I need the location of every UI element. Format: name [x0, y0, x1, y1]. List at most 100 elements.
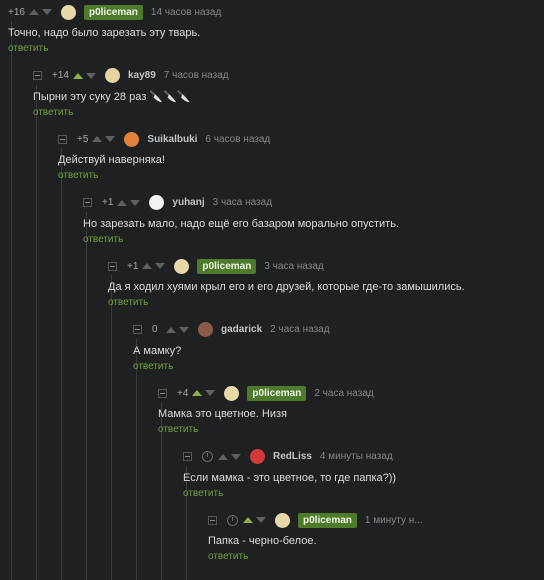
author-name[interactable]: p0liceman — [83, 4, 143, 20]
author-name[interactable]: p0liceman — [298, 512, 357, 528]
comment-rating: +1 — [127, 260, 139, 272]
downvote-icon[interactable] — [105, 136, 116, 142]
collapse-toggle-icon[interactable] — [133, 325, 142, 334]
author-name[interactable]: kay89 — [128, 70, 156, 81]
upvote-icon[interactable] — [117, 199, 128, 206]
comment-text: Действуй наверняка! — [58, 154, 165, 166]
comment-time[interactable]: 3 часа назад — [264, 261, 323, 272]
thread-line[interactable] — [86, 211, 87, 580]
comment-time[interactable]: 2 часа назад — [270, 324, 329, 335]
downvote-icon[interactable] — [85, 72, 96, 79]
comment: 0 gadarick 2 часа назад А мамку? ответить — [133, 321, 330, 372]
collapse-toggle-icon[interactable] — [83, 198, 92, 207]
downvote-icon[interactable] — [179, 326, 189, 333]
collapse-toggle-icon[interactable] — [208, 515, 217, 525]
avatar[interactable] — [124, 131, 140, 147]
upvote-icon[interactable] — [92, 136, 103, 142]
downvote-icon[interactable] — [205, 390, 216, 396]
comment: RedLiss 4 минуты назад Если мамка - это цв… — [183, 448, 396, 499]
comment-time[interactable]: 7 часов назад — [164, 70, 229, 81]
collapse-toggle-icon[interactable] — [183, 452, 192, 461]
reply-link[interactable]: ответить — [33, 107, 73, 118]
comment-header: +5 Suikalbuki 6 часов назад — [58, 130, 270, 148]
comment-text: Папка - черно-белое. — [208, 535, 317, 547]
comment: +5 Suikalbuki 6 часов назад Действуй наверн… — [58, 130, 270, 181]
comment-header: RedLiss 4 минуты назад — [183, 448, 396, 466]
reply-link[interactable]: ответить — [83, 234, 123, 245]
thread-line[interactable] — [11, 21, 12, 580]
downvote-icon[interactable] — [155, 263, 166, 269]
upvote-icon[interactable] — [192, 390, 203, 396]
reply-link[interactable]: ответить — [133, 361, 173, 372]
clock-icon — [202, 451, 213, 462]
avatar[interactable] — [104, 68, 120, 83]
author-name[interactable]: gadarick — [221, 324, 262, 335]
comment-text: Точно, надо было зарезать эту тварь. — [8, 27, 201, 39]
comment-rating: +5 — [77, 133, 89, 145]
downvote-icon[interactable] — [41, 9, 52, 15]
author-name[interactable]: p0liceman — [247, 385, 307, 401]
author-name[interactable]: RedLiss — [273, 451, 312, 462]
comment-rating: +4 — [177, 387, 189, 399]
comment-rating: +1 — [102, 197, 114, 208]
avatar[interactable] — [60, 4, 76, 20]
upvote-icon[interactable] — [166, 326, 176, 333]
reply-link[interactable]: ответить — [58, 170, 98, 181]
downvote-icon[interactable] — [256, 517, 266, 523]
comment-time[interactable]: 2 часа назад — [314, 388, 373, 399]
author-name[interactable]: Suikalbuki — [147, 134, 197, 145]
avatar[interactable] — [174, 258, 190, 274]
comment-header: 0 gadarick 2 часа назад — [133, 321, 330, 339]
comment: +14 kay89 7 часов назад Пырни эту суку 28 р… — [33, 67, 229, 118]
comment-header: +1 p0liceman 3 часа назад — [108, 257, 465, 275]
thread-line[interactable] — [136, 338, 137, 580]
avatar[interactable] — [224, 385, 240, 401]
author-name[interactable]: yuhanj — [172, 197, 204, 208]
thread-line[interactable] — [111, 275, 112, 580]
thread-line[interactable] — [61, 148, 62, 580]
reply-link[interactable]: ответить — [183, 488, 223, 499]
thread-line[interactable] — [36, 84, 37, 580]
comment-time[interactable]: 14 часов назад — [151, 7, 221, 18]
author-name[interactable]: p0liceman — [197, 258, 257, 274]
comment-header: +14 kay89 7 часов назад — [33, 67, 229, 85]
reply-link[interactable]: ответить — [158, 424, 198, 435]
clock-icon — [227, 514, 238, 526]
comment: +16 p0liceman 14 часов назад Точно, надо бы… — [8, 3, 221, 54]
collapse-toggle-icon[interactable] — [33, 71, 42, 80]
comment-rating: +16 — [8, 6, 25, 18]
reply-link[interactable]: ответить — [8, 43, 48, 54]
upvote-icon[interactable] — [142, 263, 153, 269]
comment-time[interactable]: 4 минуты назад — [320, 451, 393, 462]
reply-link[interactable]: ответить — [208, 551, 248, 562]
reply-link[interactable]: ответить — [108, 297, 148, 308]
collapse-toggle-icon[interactable] — [58, 134, 67, 144]
collapse-toggle-icon[interactable] — [158, 388, 167, 398]
comment-text: Мамка это цветное. Низя — [158, 408, 287, 420]
comment: p0liceman 1 минуту н... Папка - черно-бело… — [208, 511, 423, 562]
upvote-icon[interactable] — [243, 517, 253, 523]
upvote-icon[interactable] — [28, 9, 39, 15]
comment-text: Да я ходил хуями крыл его и его друзей, … — [108, 281, 465, 293]
avatar[interactable] — [250, 449, 265, 464]
comment-header: +16 p0liceman 14 часов назад — [8, 3, 221, 21]
comment: +4 p0liceman 2 часа назад Мамка это цветное… — [158, 384, 374, 435]
upvote-icon[interactable] — [72, 72, 83, 79]
comment-header: +4 p0liceman 2 часа назад — [158, 384, 374, 402]
avatar[interactable] — [275, 512, 290, 528]
avatar[interactable] — [198, 322, 213, 337]
downvote-icon[interactable] — [231, 453, 241, 460]
comment: +1 yuhanj 3 часа назад Но зарезать мало, на… — [83, 194, 399, 245]
comment-rating: 0 — [152, 324, 158, 335]
downvote-icon[interactable] — [130, 199, 141, 206]
comment-text: А мамку? — [133, 344, 182, 357]
comment: +1 p0liceman 3 часа назад Да я ходил хуями … — [108, 257, 465, 308]
comment-rating: +14 — [52, 70, 69, 81]
avatar[interactable] — [149, 195, 165, 210]
upvote-icon[interactable] — [218, 453, 228, 460]
comment-time[interactable]: 3 часа назад — [213, 197, 272, 208]
collapse-toggle-icon[interactable] — [108, 261, 117, 271]
comment-time[interactable]: 1 минуту н... — [365, 515, 423, 526]
comment-header: p0liceman 1 минуту н... — [208, 511, 423, 529]
comment-time[interactable]: 6 часов назад — [205, 134, 270, 145]
